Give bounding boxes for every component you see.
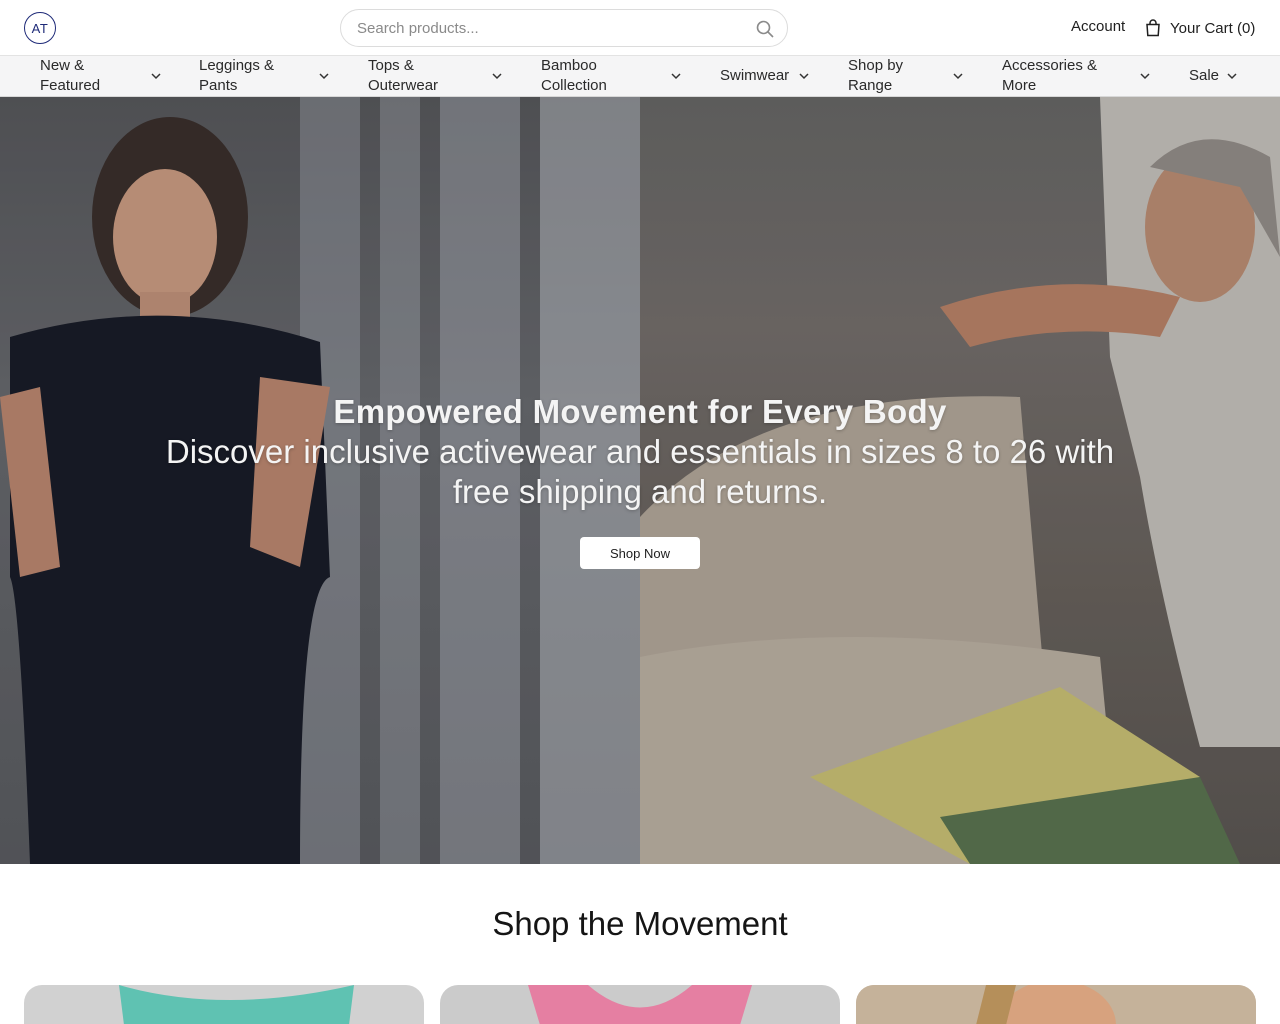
nav-item-label: Swimwear (720, 67, 790, 84)
chevron-down-icon (1140, 73, 1150, 80)
nav-item-label: Leggings & Pants (199, 57, 275, 94)
chevron-down-icon (151, 73, 161, 80)
hero-banner: Empowered Movement for Every Body Discov… (0, 97, 1280, 864)
logo-text: AT (31, 20, 49, 36)
nav-item-label: Shop by Range (848, 57, 904, 94)
chevron-down-icon (492, 73, 502, 80)
search-input[interactable] (341, 10, 787, 46)
product-image (856, 985, 1256, 1024)
product-card[interactable] (856, 985, 1256, 1024)
nav-item-new-featured[interactable]: New & Featured (40, 56, 161, 96)
nav-item-shop-by-range[interactable]: Shop by Range (848, 56, 963, 96)
nav-item-label: New & Featured (40, 57, 101, 94)
chevron-down-icon (953, 73, 963, 80)
hero-content: Empowered Movement for Every Body Discov… (0, 392, 1280, 512)
nav-item-label: Tops & Outerwear (368, 57, 439, 94)
product-card[interactable] (440, 985, 840, 1024)
search-icon[interactable] (755, 19, 775, 39)
main-nav: New & Featured Leggings & Pants Tops & O… (0, 56, 1280, 97)
product-image (119, 985, 354, 1024)
nav-item-label: Sale (1189, 67, 1220, 84)
nav-item-label: Bamboo Collection (541, 57, 607, 94)
site-header: AT Account Your Cart (0) (0, 0, 1280, 56)
nav-item-tops-outerwear[interactable]: Tops & Outerwear (368, 56, 502, 96)
nav-item-sale[interactable]: Sale (1189, 56, 1237, 96)
cart-link[interactable]: Your Cart (0) (1145, 17, 1255, 39)
account-link[interactable]: Account (1071, 18, 1125, 35)
hero-title: Empowered Movement for Every Body (333, 393, 947, 430)
nav-item-leggings-pants[interactable]: Leggings & Pants (199, 56, 329, 96)
nav-item-accessories-more[interactable]: Accessories & More (1002, 56, 1150, 96)
cart-label: Your Cart (0) (1170, 19, 1256, 37)
product-image (528, 985, 752, 1024)
chevron-down-icon (799, 73, 809, 80)
nav-item-label: Accessories & More (1002, 57, 1098, 94)
section-title: Shop the Movement (492, 905, 788, 942)
brand-logo[interactable]: AT (24, 12, 56, 44)
chevron-down-icon (1227, 73, 1237, 80)
product-card[interactable] (24, 985, 424, 1024)
shop-now-button[interactable]: Shop Now (580, 537, 700, 569)
nav-item-bamboo-collection[interactable]: Bamboo Collection (541, 56, 681, 96)
search-bar (340, 9, 788, 47)
chevron-down-icon (671, 73, 681, 80)
chevron-down-icon (319, 73, 329, 80)
bag-icon (1146, 19, 1160, 37)
nav-item-swimwear[interactable]: Swimwear (720, 56, 809, 96)
hero-subtitle: Discover inclusive activewear and essent… (165, 433, 1115, 510)
